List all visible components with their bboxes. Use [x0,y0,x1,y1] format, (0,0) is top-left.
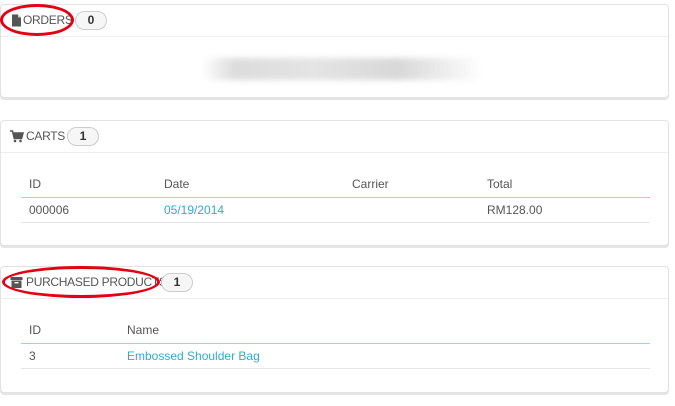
table-row[interactable]: 000006 05/19/2014 RM128.00 [21,197,650,223]
column-header: Date [156,171,344,198]
orders-annotation-circle [0,4,74,36]
column-header: Carrier [344,171,479,198]
blurred-message [201,58,483,80]
orders-panel: ORDERS 0 [0,4,669,98]
carts-heading: CARTS 1 [1,121,668,153]
purchased-products-annotation-circle [2,266,160,298]
product-id: 3 [21,343,119,369]
carts-title: CARTS [26,129,65,143]
carts-table: ID Date Carrier Total 000006 05/19/2014 … [21,171,650,223]
purchased-products-header-row: ID Name [21,317,650,344]
shopping-cart-icon [10,130,24,143]
carts-panel: CARTS 1 ID Date Carrier Total 000006 05/… [0,120,669,246]
purchased-products-table: ID Name 3 Embossed Shoulder Bag [21,317,650,369]
column-header: ID [21,171,156,198]
column-header: ID [21,317,119,344]
purchased-products-count-badge: 1 [161,273,193,292]
cart-carrier [344,197,479,223]
orders-heading: ORDERS 0 [1,5,668,37]
column-header: Total [479,171,650,198]
column-header: Name [119,317,650,344]
carts-header-row: ID Date Carrier Total [21,171,650,198]
carts-count-badge: 1 [67,127,99,146]
orders-count-badge: 0 [75,11,107,30]
cart-id: 000006 [21,197,156,223]
table-row[interactable]: 3 Embossed Shoulder Bag [21,343,650,369]
cart-date: 05/19/2014 [156,197,344,223]
product-name-link[interactable]: Embossed Shoulder Bag [127,349,260,363]
cart-date-link[interactable]: 05/19/2014 [164,203,224,217]
product-name: Embossed Shoulder Bag [119,343,650,369]
cart-total: RM128.00 [479,197,650,223]
